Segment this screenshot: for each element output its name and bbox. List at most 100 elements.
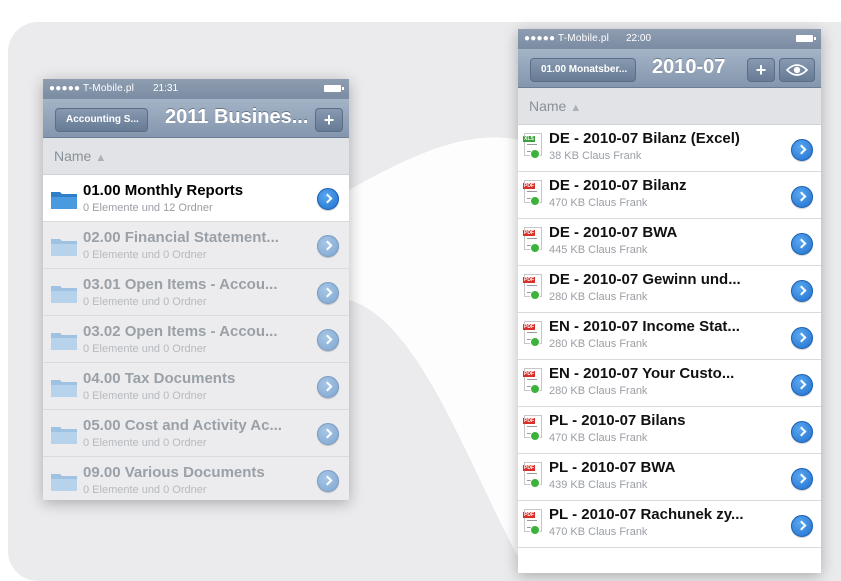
row-subtitle: 0 Elemente und 12 Ordner	[83, 202, 213, 214]
pdf-file-icon: PDF	[523, 321, 542, 347]
row-title: 09.00 Various Documents	[83, 464, 265, 481]
pdf-file-icon: PDF	[523, 180, 542, 206]
status-bar: ●●●●● T-Mobile.pl 22:00	[518, 29, 821, 49]
sort-header[interactable]: Name ▲	[518, 88, 821, 125]
table-row[interactable]: 03.01 Open Items - Accou... 0 Elemente un…	[43, 269, 349, 316]
navigation-bar: Accounting S... 2011 Busines... +	[43, 99, 349, 138]
table-row[interactable]: PDF PL - 2010-07 Bilans 470 KB Claus Frank	[518, 407, 821, 454]
disclosure-arrow-icon[interactable]	[317, 282, 339, 304]
row-subtitle: 470 KB Claus Frank	[549, 197, 648, 209]
add-button[interactable]: +	[315, 108, 343, 132]
pdf-file-icon: PDF	[523, 509, 542, 535]
sync-status-icon	[530, 290, 540, 300]
row-title: DE - 2010-07 Bilanz (Excel)	[549, 130, 740, 147]
disclosure-arrow-icon[interactable]	[317, 188, 339, 210]
file-type-tag: PDF	[523, 183, 535, 189]
navigation-bar: 01.00 Monatsber... 2010-07 +	[518, 49, 821, 88]
disclosure-arrow-icon[interactable]	[791, 468, 813, 490]
eye-icon[interactable]	[779, 58, 815, 82]
disclosure-arrow-icon[interactable]	[317, 376, 339, 398]
row-subtitle: 470 KB Claus Frank	[549, 526, 648, 538]
table-row[interactable]: PDF PL - 2010-07 BWA 439 KB Claus Frank	[518, 454, 821, 501]
right-phone-screen: ●●●●● T-Mobile.pl 22:00 01.00 Monatsber.…	[518, 29, 821, 573]
row-title: 01.00 Monthly Reports	[83, 182, 244, 199]
pdf-file-icon: PDF	[523, 415, 542, 441]
sort-ascending-icon: ▲	[570, 102, 582, 114]
table-row[interactable]: PDF EN - 2010-07 Your Custo... 280 KB Clau…	[518, 360, 821, 407]
folder-icon	[51, 333, 77, 350]
table-row[interactable]: XLS DE - 2010-07 Bilanz (Excel) 38 KB Clau…	[518, 125, 821, 172]
disclosure-arrow-icon[interactable]	[791, 233, 813, 255]
status-bar: ●●●●● T-Mobile.pl 21:31	[43, 79, 349, 99]
row-title: PL - 2010-07 Rachunek zy...	[549, 506, 744, 523]
sync-status-icon	[530, 149, 540, 159]
pdf-file-icon: PDF	[523, 227, 542, 253]
disclosure-arrow-icon[interactable]	[317, 329, 339, 351]
disclosure-arrow-icon[interactable]	[317, 470, 339, 492]
table-row[interactable]: 01.00 Monthly Reports 0 Elemente und 12 O…	[43, 175, 349, 222]
pdf-file-icon: PDF	[523, 462, 542, 488]
folder-icon	[51, 380, 77, 397]
row-subtitle: 280 KB Claus Frank	[549, 338, 648, 350]
disclosure-arrow-icon[interactable]	[791, 186, 813, 208]
folder-icon	[51, 427, 77, 444]
back-button[interactable]: Accounting S...	[55, 108, 148, 132]
page-title: 2010-07	[652, 56, 726, 78]
disclosure-arrow-icon[interactable]	[791, 421, 813, 443]
row-title: DE - 2010-07 BWA	[549, 224, 678, 241]
table-row[interactable]: PDF DE - 2010-07 BWA 445 KB Claus Frank	[518, 219, 821, 266]
sync-status-icon	[530, 337, 540, 347]
disclosure-arrow-icon[interactable]	[317, 423, 339, 445]
disclosure-arrow-icon[interactable]	[317, 235, 339, 257]
row-subtitle: 470 KB Claus Frank	[549, 432, 648, 444]
disclosure-arrow-icon[interactable]	[791, 374, 813, 396]
row-subtitle: 38 KB Claus Frank	[549, 150, 642, 162]
disclosure-arrow-icon[interactable]	[791, 280, 813, 302]
row-title: 03.01 Open Items - Accou...	[83, 276, 278, 293]
row-title: 03.02 Open Items - Accou...	[83, 323, 278, 340]
file-type-tag: PDF	[523, 371, 535, 377]
sort-label: Name	[529, 98, 567, 114]
disclosure-arrow-icon[interactable]	[791, 139, 813, 161]
row-subtitle: 445 KB Claus Frank	[549, 244, 648, 256]
clock: 21:31	[153, 83, 179, 94]
row-title: 04.00 Tax Documents	[83, 370, 236, 387]
sort-label: Name	[54, 148, 92, 164]
back-button[interactable]: 01.00 Monatsber...	[530, 58, 637, 82]
sort-header[interactable]: Name ▲	[43, 138, 349, 175]
row-title: PL - 2010-07 BWA	[549, 459, 676, 476]
row-subtitle: 0 Elemente und 0 Ordner	[83, 390, 207, 402]
table-row[interactable]: 03.02 Open Items - Accou... 0 Elemente un…	[43, 316, 349, 363]
sync-status-icon	[530, 384, 540, 394]
table-row[interactable]: 09.00 Various Documents 0 Elemente und 0 …	[43, 457, 349, 500]
clock: 22:00	[626, 33, 652, 44]
disclosure-arrow-icon[interactable]	[791, 515, 813, 537]
row-subtitle: 439 KB Claus Frank	[549, 479, 648, 491]
add-button[interactable]: +	[747, 58, 775, 82]
left-phone-screen: ●●●●● T-Mobile.pl 21:31 Accounting S... …	[43, 79, 349, 500]
disclosure-arrow-icon[interactable]	[791, 327, 813, 349]
excel-file-icon: XLS	[523, 133, 542, 159]
folder-icon	[51, 286, 77, 303]
row-title: DE - 2010-07 Bilanz	[549, 177, 687, 194]
sync-status-icon	[530, 196, 540, 206]
table-row[interactable]: PDF DE - 2010-07 Bilanz 470 KB Claus Frank	[518, 172, 821, 219]
row-subtitle: 0 Elemente und 0 Ordner	[83, 296, 207, 308]
carrier-label: ●●●●● T-Mobile.pl	[524, 33, 610, 44]
table-row[interactable]: 04.00 Tax Documents 0 Elemente und 0 Ordn…	[43, 363, 349, 410]
sync-status-icon	[530, 478, 540, 488]
row-subtitle: 280 KB Claus Frank	[549, 291, 648, 303]
table-row[interactable]: PDF DE - 2010-07 Gewinn und... 280 KB Clau…	[518, 266, 821, 313]
file-type-tag: PDF	[523, 465, 535, 471]
row-title: EN - 2010-07 Income Stat...	[549, 318, 740, 335]
folder-icon	[51, 239, 77, 256]
table-row[interactable]: PDF PL - 2010-07 Rachunek zy... 470 KB Cla…	[518, 501, 821, 548]
table-row[interactable]: PDF EN - 2010-07 Income Stat... 280 KB Cla…	[518, 313, 821, 360]
sync-status-icon	[530, 243, 540, 253]
file-type-tag: PDF	[523, 230, 535, 236]
file-type-tag: XLS	[523, 136, 535, 142]
table-row[interactable]: 02.00 Financial Statement... 0 Elemente u…	[43, 222, 349, 269]
folder-list: 01.00 Monthly Reports 0 Elemente und 12 O…	[43, 175, 349, 500]
battery-icon	[796, 35, 816, 42]
table-row[interactable]: 05.00 Cost and Activity Ac... 0 Elemente …	[43, 410, 349, 457]
